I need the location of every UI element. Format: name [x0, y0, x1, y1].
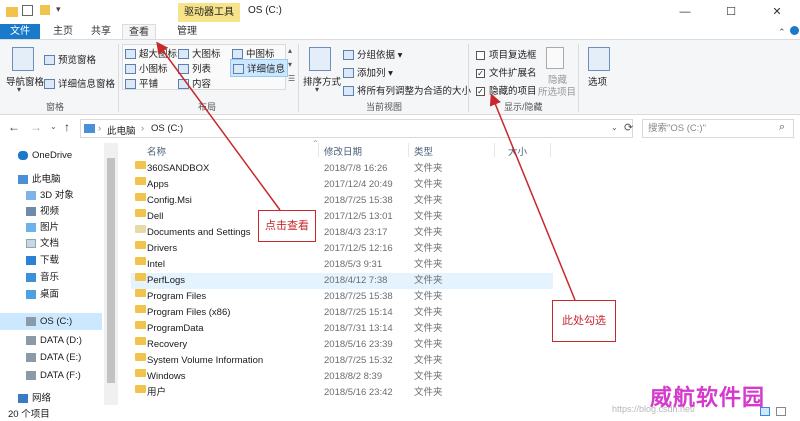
annotation-arrows	[156, 41, 576, 301]
arrow-to-hidden-items	[489, 93, 576, 301]
arrow-to-view-tab	[156, 41, 281, 211]
annotation-check-here: 此处勾选	[552, 300, 616, 342]
annotation-click-view: 点击查看	[258, 210, 316, 242]
watermark: 威航软件园	[650, 386, 766, 411]
